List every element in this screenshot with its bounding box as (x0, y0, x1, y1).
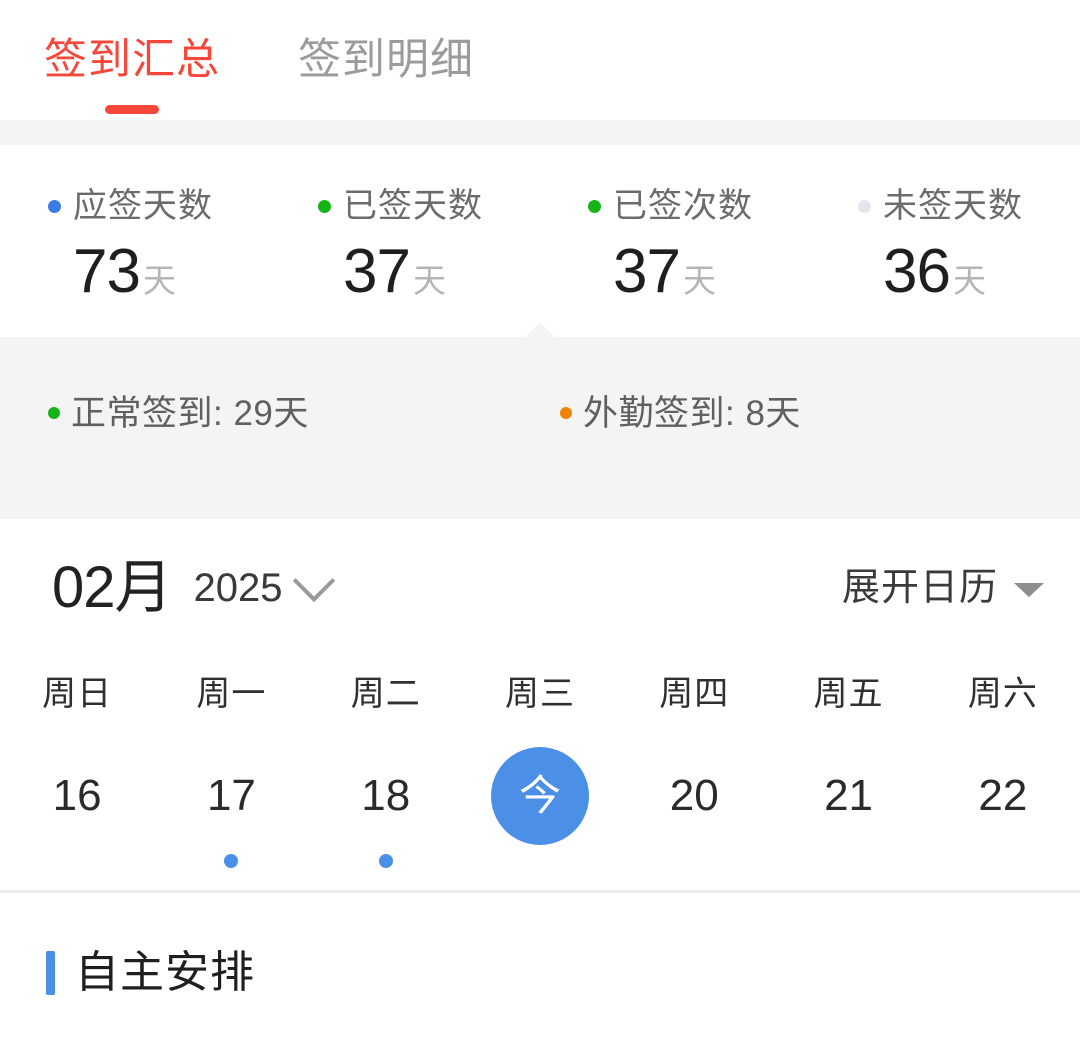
calendar-day-row: 16 17 18 今 20 21 22 (0, 711, 1080, 876)
attendance-summary-screen: 签到汇总 签到明细 应签天数 73 天 已签天数 37 天 已签次数 37 天 … (0, 0, 1080, 1038)
weekday-label: 周四 (659, 675, 730, 713)
chevron-down-icon[interactable] (292, 559, 335, 603)
field-signin-text: 外勤签到: 8天 (583, 393, 801, 433)
day-label-today: 今 (518, 772, 561, 819)
caret-up-indicator (524, 323, 556, 338)
stat-signed-days-label-row: 已签天数 (318, 189, 483, 223)
day-label: 21 (824, 771, 874, 820)
calendar-weekday-row: 周日 周一 周二 周三 周四 周五 周六 (0, 653, 1080, 711)
stat-unsigned-days-unit: 天 (952, 262, 986, 299)
day-label: 20 (669, 771, 719, 820)
day-label: 16 (52, 771, 102, 820)
day-circle-today[interactable]: 今 (490, 747, 589, 845)
day-cell-today[interactable]: 今 (463, 747, 617, 868)
tab-signin-detail[interactable]: 签到明细 (290, 35, 482, 84)
weekday-cell: 周六 (926, 677, 1080, 711)
section-accent-bar (46, 951, 55, 995)
day-label: 17 (206, 771, 256, 820)
weekday-label: 周一 (196, 675, 267, 713)
unsigned-days-dot (858, 199, 871, 213)
stat-unsigned-days[interactable]: 未签天数 36 天 (810, 189, 1080, 303)
tab-signin-detail-label: 签到明细 (298, 35, 474, 84)
detail-field-signin: 外勤签到: 8天 (560, 396, 801, 431)
calendar: 02月 2025 展开日历 周日 周一 周二 周三 周四 周五 周六 16 17… (0, 519, 1080, 893)
day-circle[interactable]: 17 (182, 747, 280, 845)
tab-bar: 签到汇总 签到明细 (0, 0, 1080, 120)
stat-due-days-value: 73 (73, 237, 141, 306)
weekday-cell: 周四 (617, 677, 771, 711)
stat-signed-days[interactable]: 已签天数 37 天 (270, 189, 540, 303)
stat-unsigned-days-label: 未签天数 (883, 187, 1023, 225)
normal-signin-text: 正常签到: 29天 (71, 393, 309, 433)
stat-signed-days-label: 已签天数 (343, 187, 483, 225)
weekday-cell: 周二 (309, 677, 463, 711)
expand-calendar-button[interactable]: 展开日历 (842, 569, 1044, 607)
day-circle[interactable]: 18 (337, 747, 435, 845)
day-cell-16[interactable]: 16 (0, 747, 154, 868)
weekday-label: 周三 (504, 675, 575, 713)
stat-signed-times-value: 37 (613, 237, 681, 306)
weekday-cell: 周日 (0, 677, 154, 711)
day-circle[interactable]: 16 (28, 747, 126, 845)
field-signin-dot (560, 407, 572, 419)
caret-down-icon (1014, 583, 1044, 597)
stat-due-days-value-row: 73 天 (48, 241, 176, 303)
signed-days-dot (318, 199, 331, 213)
normal-signin-dot (48, 407, 60, 419)
stat-unsigned-days-label-row: 未签天数 (858, 189, 1023, 223)
weekday-label: 周日 (42, 675, 113, 713)
day-cell-18[interactable]: 18 (309, 747, 463, 868)
day-event-dot (378, 854, 393, 868)
separator-band-mid (0, 489, 1080, 519)
stat-signed-times-unit: 天 (682, 262, 716, 299)
tab-signin-summary-label: 签到汇总 (44, 35, 220, 84)
day-circle[interactable]: 20 (645, 747, 743, 845)
day-event-dot (224, 854, 239, 868)
schedule-section: 自主安排 (0, 893, 1080, 995)
weekday-cell: 周五 (771, 677, 925, 711)
stat-due-days[interactable]: 应签天数 73 天 (0, 189, 270, 303)
weekday-cell: 周三 (463, 677, 617, 711)
day-label: 18 (361, 771, 411, 820)
stat-signed-days-unit: 天 (412, 262, 446, 299)
day-cell-22[interactable]: 22 (926, 747, 1080, 868)
stat-due-days-label-row: 应签天数 (48, 189, 213, 223)
stat-signed-times-label-row: 已签次数 (588, 189, 753, 223)
due-days-dot (48, 199, 61, 213)
stat-signed-times-label: 已签次数 (613, 187, 753, 225)
stat-signed-times-value-row: 37 天 (588, 241, 716, 303)
stat-signed-days-value-row: 37 天 (318, 241, 446, 303)
day-cell-21[interactable]: 21 (771, 747, 925, 868)
stat-signed-times[interactable]: 已签次数 37 天 (540, 189, 810, 303)
day-label: 22 (978, 771, 1028, 820)
weekday-label: 周五 (813, 675, 884, 713)
stat-signed-days-value: 37 (343, 237, 411, 306)
signin-detail-band: 正常签到: 29天 外勤签到: 8天 (0, 323, 1080, 489)
day-cell-20[interactable]: 20 (617, 747, 771, 868)
tab-active-underline (105, 104, 159, 114)
weekday-label: 周二 (350, 675, 421, 713)
detail-normal-signin: 正常签到: 29天 (0, 396, 560, 431)
calendar-year: 2025 (193, 566, 283, 610)
stat-due-days-unit: 天 (142, 262, 176, 299)
stat-unsigned-days-value-row: 36 天 (858, 241, 986, 303)
calendar-month: 02月 (52, 555, 173, 620)
day-cell-17[interactable]: 17 (154, 747, 308, 868)
separator-band-top (0, 120, 1080, 145)
weekday-label: 周六 (967, 675, 1038, 713)
section-title: 自主安排 (75, 948, 255, 997)
calendar-header: 02月 2025 展开日历 (0, 523, 1080, 653)
tab-signin-summary[interactable]: 签到汇总 (36, 35, 228, 114)
summary-stats: 应签天数 73 天 已签天数 37 天 已签次数 37 天 未签天数 36 天 (0, 145, 1080, 337)
stat-unsigned-days-value: 36 (883, 237, 951, 306)
day-circle[interactable]: 21 (800, 747, 898, 845)
weekday-cell: 周一 (154, 677, 308, 711)
day-circle[interactable]: 22 (954, 747, 1052, 845)
signed-times-dot (588, 199, 601, 213)
expand-calendar-label: 展开日历 (841, 567, 998, 609)
stat-due-days-label: 应签天数 (73, 187, 213, 225)
